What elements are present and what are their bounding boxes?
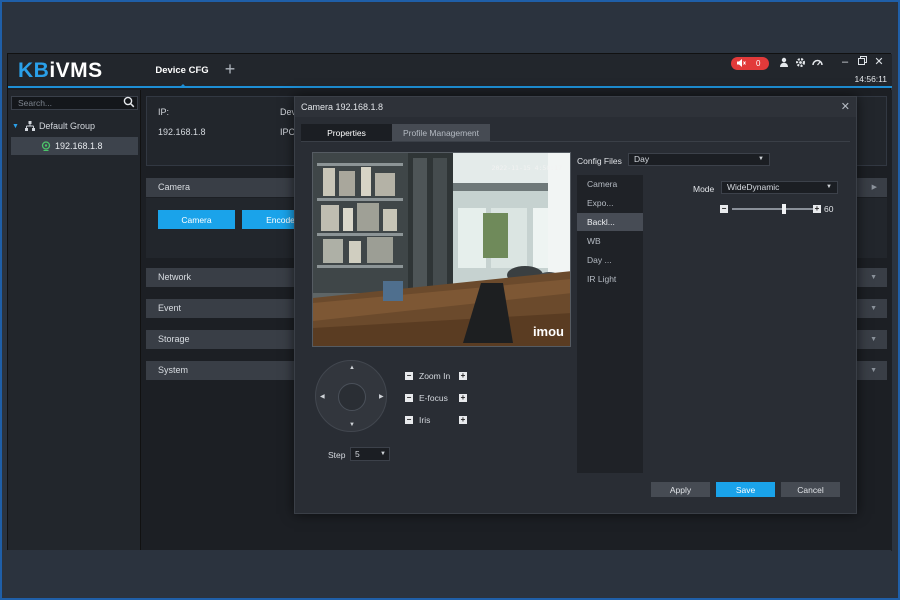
mode-select[interactable]: WideDynamic ▼	[721, 181, 838, 194]
video-timestamp: 2022-11-15 4:50:17	[491, 164, 562, 172]
camera-online-icon	[41, 141, 51, 151]
mode-label: Mode	[693, 184, 715, 194]
tree-device-label: 192.168.1.8	[55, 141, 103, 151]
chevron-down-icon: ▼	[826, 184, 832, 190]
alarm-badge[interactable]: 0	[731, 57, 769, 70]
menu-item-backlight[interactable]: Backl...	[577, 213, 643, 231]
close-icon[interactable]: ✕	[873, 56, 885, 69]
minimize-icon[interactable]: –	[839, 56, 851, 69]
search-icon[interactable]	[123, 96, 135, 109]
chevron-down-icon[interactable]: ▼	[870, 299, 877, 318]
focus-label: E-focus	[419, 393, 448, 403]
zoom-control: − Zoom In +	[405, 370, 467, 382]
menu-item-exposure[interactable]: Expo...	[577, 194, 643, 212]
save-button[interactable]: Save	[716, 482, 775, 497]
zoom-in-button[interactable]: +	[459, 372, 467, 380]
step-value: 5	[355, 449, 360, 459]
menu-item-day-night[interactable]: Day ...	[577, 251, 643, 269]
video-watermark: imou	[532, 324, 564, 339]
slider-thumb[interactable]	[781, 204, 786, 214]
property-menu: Camera Expo... Backl... WB Day ... IR Li…	[577, 175, 643, 473]
chevron-right-icon[interactable]: ▶	[872, 178, 877, 197]
expand-arrow-icon[interactable]: ▼	[12, 123, 19, 130]
camera-settings-dialog: Camera 192.168.1.8 ✕ Properties Profile …	[294, 96, 857, 514]
menu-item-camera[interactable]: Camera	[577, 175, 643, 193]
tab-divider	[301, 141, 850, 142]
slider-track[interactable]	[732, 208, 818, 210]
cancel-button[interactable]: Cancel	[781, 482, 840, 497]
apply-button[interactable]: Apply	[651, 482, 710, 497]
clock: 14:56:11	[854, 74, 887, 84]
background-strip	[7, 550, 891, 598]
ip-value: 192.168.1.8	[158, 127, 206, 137]
focus-plus-button[interactable]: +	[459, 394, 467, 402]
iris-label: Iris	[419, 415, 431, 425]
zoom-label: Zoom In	[419, 371, 451, 381]
chevron-down-icon: ▼	[380, 451, 386, 457]
ptz-center-button[interactable]	[338, 383, 366, 411]
device-tree-sidebar: Search... ▼ Default Group 192.168.1.8	[8, 90, 141, 551]
app-logo: KBiVMS	[18, 59, 103, 82]
performance-gauge-icon[interactable]	[811, 57, 823, 69]
gear-icon[interactable]	[794, 57, 806, 69]
camera-config-button[interactable]: Camera	[158, 210, 235, 229]
iris-control: − Iris +	[405, 414, 467, 426]
chevron-down-icon[interactable]: ▼	[870, 361, 877, 380]
search-placeholder: Search...	[18, 98, 53, 108]
dialog-title-bar: Camera 192.168.1.8 ✕	[295, 97, 856, 117]
wdr-slider: − + 60	[720, 204, 835, 214]
slider-minus-button[interactable]: −	[720, 205, 728, 213]
title-bar: KBiVMS Device CFG + 0 – ✕ 14:56:11	[8, 54, 892, 88]
iris-plus-button[interactable]: +	[459, 416, 467, 424]
menu-item-wb[interactable]: WB	[577, 232, 643, 250]
alarm-count: 0	[756, 59, 761, 68]
chevron-down-icon[interactable]: ▼	[870, 330, 877, 349]
zoom-out-button[interactable]: −	[405, 372, 413, 380]
close-icon[interactable]: ✕	[841, 97, 850, 117]
restore-icon[interactable]	[856, 56, 868, 69]
focus-minus-button[interactable]: −	[405, 394, 413, 402]
tree-group-default[interactable]: ▼ Default Group	[12, 118, 95, 134]
config-files-value: Day	[634, 154, 650, 164]
focus-control: − E-focus +	[405, 392, 467, 404]
ptz-joystick[interactable]: ▲ ▼ ◀ ▶	[315, 360, 387, 432]
video-frame	[313, 153, 570, 346]
chevron-down-icon[interactable]: ▼	[870, 268, 877, 287]
search-input[interactable]: Search...	[11, 96, 138, 110]
tab-properties[interactable]: Properties	[301, 124, 392, 141]
mode-value: WideDynamic	[727, 182, 780, 192]
device-column-value: IPC	[280, 127, 296, 137]
ip-label: IP:	[158, 107, 170, 117]
live-video-view[interactable]: 2022-11-15 4:50:17 imou	[312, 152, 571, 347]
ptz-right-icon[interactable]: ▶	[379, 393, 384, 400]
group-hierarchy-icon	[24, 121, 35, 131]
config-files-select[interactable]: Day ▼	[628, 153, 770, 166]
step-label: Step	[328, 450, 346, 460]
step-select[interactable]: 5 ▼	[350, 447, 390, 461]
speaker-icon	[737, 58, 749, 69]
iris-minus-button[interactable]: −	[405, 416, 413, 424]
user-icon[interactable]	[778, 57, 790, 69]
tab-device-cfg[interactable]: Device CFG	[144, 54, 220, 88]
ptz-up-icon[interactable]: ▲	[349, 365, 355, 371]
tab-profile-management[interactable]: Profile Management	[392, 124, 490, 141]
menu-item-ir-light[interactable]: IR Light	[577, 270, 643, 288]
ptz-down-icon[interactable]: ▼	[349, 422, 355, 428]
config-files-label: Config Files	[577, 156, 622, 166]
add-tab-button[interactable]: +	[222, 59, 238, 79]
slider-plus-button[interactable]: +	[813, 205, 821, 213]
slider-value: 60	[824, 204, 834, 214]
dialog-title: Camera 192.168.1.8	[301, 102, 384, 112]
ptz-left-icon[interactable]: ◀	[320, 393, 325, 400]
tree-device-item[interactable]: 192.168.1.8	[11, 137, 138, 155]
tree-group-label: Default Group	[38, 121, 95, 131]
chevron-down-icon: ▼	[758, 156, 764, 162]
